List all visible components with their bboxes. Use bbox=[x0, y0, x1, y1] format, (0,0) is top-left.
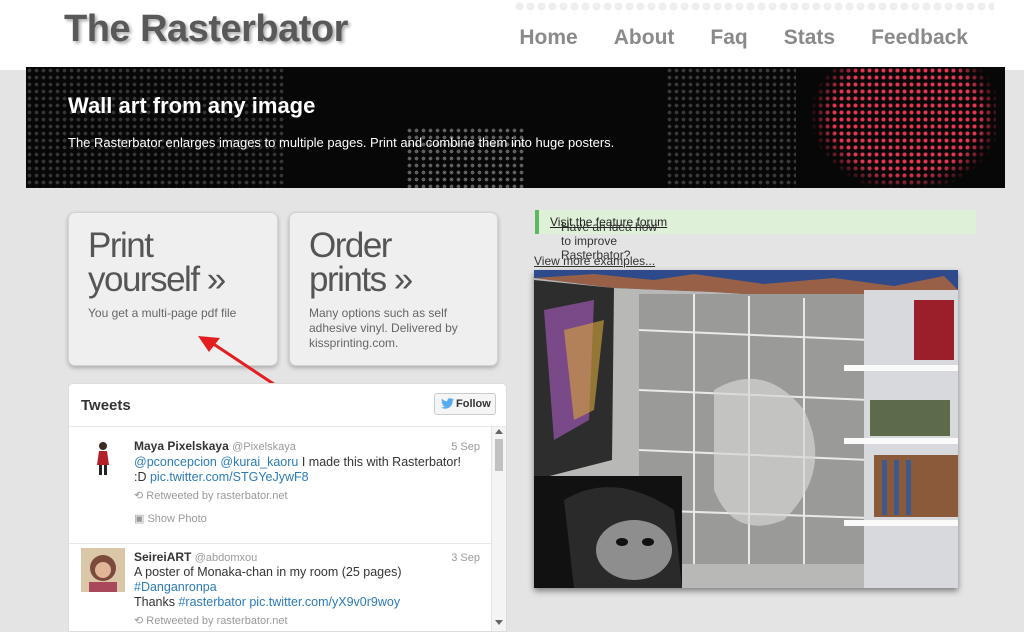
tweet-author[interactable]: SeireiART @abdomxou bbox=[134, 550, 257, 564]
avatar[interactable] bbox=[81, 548, 125, 592]
tweet-item[interactable]: Maya Pixelskaya @Pixelskaya 5 Sep @pconc… bbox=[69, 427, 489, 542]
nav-about[interactable]: About bbox=[614, 26, 675, 50]
halftone-pattern bbox=[666, 67, 796, 188]
show-photo-link[interactable]: ▣ Show Photo bbox=[134, 512, 207, 525]
nav-stats[interactable]: Stats bbox=[784, 26, 835, 50]
show-photo-label: Show Photo bbox=[147, 513, 207, 525]
avatar[interactable] bbox=[81, 437, 125, 481]
banner-subtitle: The Rasterbator enlarges images to multi… bbox=[68, 135, 615, 150]
tweet-date[interactable]: 5 Sep bbox=[451, 441, 480, 453]
card-title-line2: prints » bbox=[309, 260, 413, 299]
hero-banner: Wall art from any image The Rasterbator … bbox=[26, 67, 1005, 188]
example-poster-image bbox=[534, 270, 958, 588]
author-name: SeireiART bbox=[134, 550, 192, 564]
example-photo[interactable] bbox=[534, 270, 958, 588]
retweet-info: ⟲ Retweeted by rasterbator.net bbox=[134, 614, 288, 627]
tweet-author[interactable]: Maya Pixelskaya @Pixelskaya bbox=[134, 439, 296, 453]
nav-home[interactable]: Home bbox=[519, 26, 577, 50]
halftone-pattern bbox=[26, 67, 286, 188]
twitter-bird-icon bbox=[441, 398, 454, 409]
feature-forum-notice: Have an idea how to improve Rasterbator?… bbox=[535, 210, 976, 262]
card-desc-line: kissprinting.com. bbox=[309, 336, 399, 350]
retweet-info: ⟲ Retweeted by rasterbator.net bbox=[134, 489, 288, 502]
follow-label: Follow bbox=[456, 398, 491, 410]
view-more-examples-link[interactable]: View more examples... bbox=[534, 254, 655, 268]
author-name: Maya Pixelskaya bbox=[134, 439, 229, 453]
tweet-body: A poster of Monaka-chan in my room (25 p… bbox=[134, 565, 402, 579]
tweet-text: @pconcepcion @kurai_kaoru I made this wi… bbox=[134, 455, 484, 485]
site-logo[interactable]: The Rasterbator bbox=[64, 8, 348, 51]
mention-link[interactable]: @pconcepcion bbox=[134, 455, 217, 469]
pic-link[interactable]: pic.twitter.com/yX9v0r9woy bbox=[249, 595, 400, 609]
notice-text: Have an idea how to improve Rasterbator?… bbox=[550, 215, 667, 262]
card-description: You get a multi-page pdf file bbox=[88, 306, 236, 321]
header: The Rasterbator Home About Faq Stats Fee… bbox=[0, 0, 1024, 70]
hashtag-link[interactable]: #rasterbator bbox=[178, 595, 245, 609]
scroll-thumb[interactable] bbox=[495, 439, 503, 471]
order-prints-card[interactable]: Order prints » Many options such as self… bbox=[289, 212, 498, 366]
hashtag-link[interactable]: #Danganronpa bbox=[134, 580, 217, 594]
tweets-header: Tweets Follow bbox=[69, 384, 506, 427]
photo-icon: ▣ bbox=[134, 513, 148, 525]
tweet-body: I made this with Rasterbator! bbox=[298, 455, 461, 469]
tweet-item[interactable]: SeireiART @abdomxou 3 Sep A poster of Mo… bbox=[69, 544, 489, 631]
card-description: Many options such as self adhesive vinyl… bbox=[309, 306, 458, 351]
tweet-date[interactable]: 3 Sep bbox=[451, 552, 480, 564]
tweet-text: A poster of Monaka-chan in my room (25 p… bbox=[134, 565, 484, 610]
tweets-scrollbar[interactable] bbox=[491, 427, 506, 631]
halftone-red-image bbox=[796, 67, 996, 188]
notice-end: ! bbox=[561, 220, 565, 234]
main-nav: Home About Faq Stats Feedback bbox=[519, 26, 968, 50]
card-desc-line: Many options such as self bbox=[309, 306, 448, 320]
retweet-label: Retweeted by rasterbator.net bbox=[146, 490, 288, 502]
author-handle: @Pixelskaya bbox=[232, 441, 296, 453]
banner-title: Wall art from any image bbox=[68, 93, 316, 118]
card-title: Order prints » bbox=[309, 228, 413, 299]
nav-faq[interactable]: Faq bbox=[710, 26, 747, 50]
nav-feedback[interactable]: Feedback bbox=[871, 26, 968, 50]
scroll-down-arrow[interactable] bbox=[495, 620, 503, 625]
tweets-widget: Tweets Follow Maya Pixelskaya @Pixelskay… bbox=[68, 383, 507, 632]
tweets-title: Tweets bbox=[81, 397, 131, 414]
print-yourself-card[interactable]: Print yourself » You get a multi-page pd… bbox=[68, 212, 278, 366]
tweet-body: Thanks bbox=[134, 595, 179, 609]
card-title-line2: yourself » bbox=[88, 260, 226, 299]
card-desc-line: You get a multi-page pdf file bbox=[88, 306, 237, 320]
card-title: Print yourself » bbox=[88, 228, 226, 299]
tweet-body: :D bbox=[134, 470, 150, 484]
header-dot-pattern bbox=[514, 0, 994, 14]
retweet-label: Retweeted by rasterbator.net bbox=[146, 615, 288, 627]
retweet-icon: ⟲ bbox=[134, 490, 147, 502]
author-handle: @abdomxou bbox=[194, 552, 258, 564]
pic-link[interactable]: pic.twitter.com/STGYeJywF8 bbox=[150, 470, 309, 484]
scroll-up-arrow[interactable] bbox=[495, 429, 503, 434]
card-desc-line: adhesive vinyl. Delivered by bbox=[309, 321, 458, 335]
retweet-icon: ⟲ bbox=[134, 615, 147, 627]
mention-link[interactable]: @kurai_kaoru bbox=[220, 455, 298, 469]
follow-button[interactable]: Follow bbox=[434, 393, 496, 415]
